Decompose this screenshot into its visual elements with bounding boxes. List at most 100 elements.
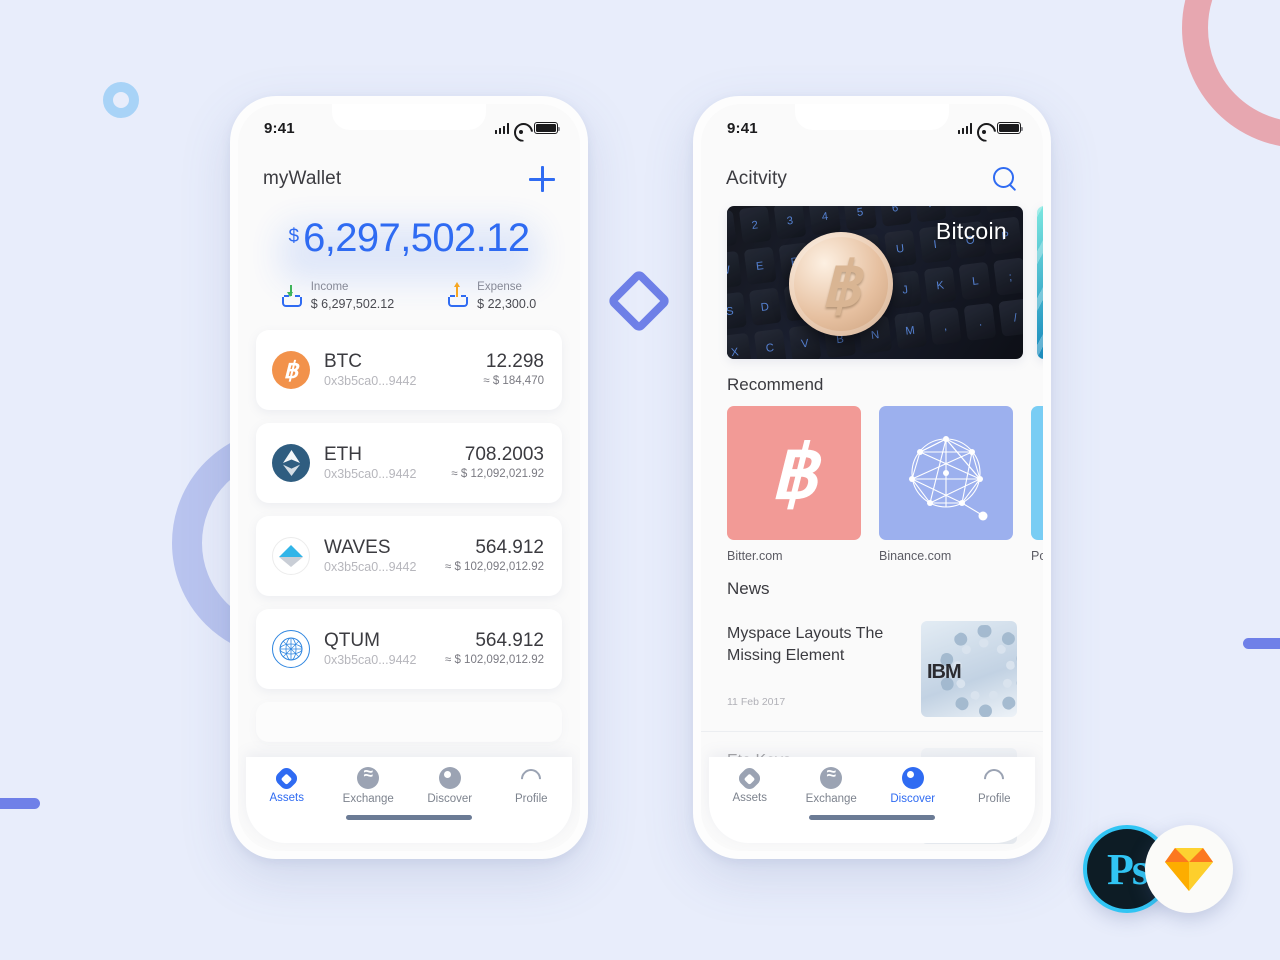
list-item[interactable]: Poloniex.com <box>1031 406 1043 563</box>
coin-amount: 708.2003 <box>464 444 544 466</box>
phone-wallet: 9:41 myWallet $ 6,297,502.12 Income $ 6,… <box>230 96 588 859</box>
news-thumbnail: IBM <box>921 621 1017 717</box>
status-time: 9:41 <box>264 119 295 137</box>
coin-symbol: WAVES <box>324 537 391 559</box>
discover-scroll: ~1234567890 QWERTYUIOP[ ASDFGHJKL;' ZXCV… <box>701 192 1043 851</box>
recommend-label: Poloniex.com <box>1031 549 1043 563</box>
home-indicator[interactable] <box>809 815 935 820</box>
activity-carousel[interactable]: ~1234567890 QWERTYUIOP[ ASDFGHJKL;' ZXCV… <box>701 206 1043 359</box>
list-item[interactable]: ฿ Bitter.com <box>727 406 861 563</box>
search-icon[interactable] <box>992 166 1018 192</box>
plus-icon[interactable] <box>529 166 555 192</box>
tab-label: Assets <box>269 791 304 804</box>
balance-value: 6,297,502.12 <box>303 216 530 260</box>
tab-label: Assets <box>732 791 767 804</box>
summary-row: Income $ 6,297,502.12 Expense $ 22,300.0 <box>238 280 580 312</box>
coin-address: 0x3b5ca0...9442 <box>324 374 417 389</box>
income-value: $ 6,297,502.12 <box>310 296 395 311</box>
phone1-tab-bar: Assets Exchange Discover Profile <box>246 757 572 843</box>
ethereum-icon <box>272 444 310 483</box>
coin-address: 0x3b5ca0...9442 <box>324 653 417 668</box>
coin-amount: 12.298 <box>485 351 544 373</box>
balance-section: $ 6,297,502.12 <box>238 216 580 282</box>
decor-ring-small-icon <box>103 82 139 118</box>
profile-icon <box>980 764 1009 794</box>
list-item[interactable]: Binance.com <box>879 406 1013 563</box>
phone2-screen: 9:41 Acitvity ~1234567890 QWERTYUIOP[ <box>701 104 1043 851</box>
tab-exchange[interactable]: Exchange <box>791 764 873 805</box>
assets-icon <box>736 764 764 792</box>
carousel-slide-label: Bitcoin <box>935 218 1007 244</box>
decor-bar-left-icon <box>0 798 40 809</box>
tab-assets[interactable]: Assets <box>709 764 791 805</box>
phone2-tab-bar: Assets Exchange Discover Profile <box>709 757 1035 843</box>
exchange-icon <box>820 764 843 789</box>
battery-icon <box>997 122 1024 134</box>
news-date: 11 Feb 2017 <box>727 696 786 709</box>
tab-assets[interactable]: Assets <box>246 764 328 805</box>
coin-symbol: ETH <box>324 444 362 466</box>
server-ring-art-inner <box>953 639 1015 701</box>
expense-label: Expense <box>477 281 522 293</box>
tab-label: Profile <box>514 793 548 805</box>
balance-currency: $ <box>288 226 300 247</box>
page-title: myWallet <box>263 168 342 189</box>
table-row[interactable]: ฿ BTC 0x3b5ca0...9442 12.298 ≈ $ 184,470 <box>256 330 562 411</box>
coin-address: 0x3b5ca0...9442 <box>324 467 417 482</box>
sketch-badge <box>1145 825 1233 913</box>
tab-discover[interactable]: Discover <box>409 767 491 805</box>
table-row[interactable]: WAVES 0x3b5ca0...9442 564.912 ≈ $ 102,09… <box>256 516 562 597</box>
status-indicators <box>494 122 561 134</box>
phone1-screen: 9:41 myWallet $ 6,297,502.12 Income $ 6,… <box>238 104 580 851</box>
canvas: 9:41 myWallet $ 6,297,502.12 Income $ 6,… <box>0 0 1280 960</box>
income-icon <box>281 285 302 308</box>
coin-amount: 564.912 <box>475 630 544 652</box>
recommend-label: Binance.com <box>879 549 952 563</box>
expense-icon <box>448 282 469 308</box>
tab-discover[interactable]: Discover <box>872 767 954 805</box>
tab-profile[interactable]: Profile <box>954 764 1036 805</box>
recommend-label: Bitter.com <box>727 549 783 563</box>
income-label: Income <box>310 281 349 293</box>
phone2-header: Acitvity <box>701 144 1043 192</box>
tab-profile[interactable]: Profile <box>491 764 573 805</box>
tab-label: Exchange <box>805 793 857 805</box>
coin-usd-value: ≈ $ 102,092,012.92 <box>444 654 544 667</box>
table-row-partial[interactable] <box>256 702 562 743</box>
news-heading: News <box>727 579 770 598</box>
coin-symbol: QTUM <box>324 630 380 652</box>
status-time: 9:41 <box>727 119 758 137</box>
waves-icon <box>272 537 310 576</box>
decor-diamond-icon <box>606 268 672 334</box>
carousel-slide[interactable]: ~1234567890 QWERTYUIOP[ ASDFGHJKL;' ZXCV… <box>727 206 1023 359</box>
wifi-icon <box>514 123 529 134</box>
home-indicator[interactable] <box>346 815 472 820</box>
profile-icon <box>517 764 546 794</box>
qtum-icon <box>272 630 310 669</box>
bitcoin-icon[interactable]: ฿ <box>727 406 861 540</box>
status-indicators <box>957 122 1024 134</box>
expense-value: $ 22,300.0 <box>477 296 537 311</box>
coin-amount: 564.912 <box>475 537 544 559</box>
news-title: Myspace Layouts The Missing Element <box>727 625 884 664</box>
summary-income: Income $ 6,297,502.12 <box>281 280 395 312</box>
table-row[interactable]: QTUM 0x3b5ca0...9442 564.912 ≈ $ 102,092… <box>256 609 562 690</box>
tab-label: Discover <box>890 793 936 805</box>
summary-expense: Expense $ 22,300.0 <box>448 280 536 312</box>
coin-symbol: BTC <box>324 351 362 373</box>
tab-label: Exchange <box>342 793 394 805</box>
page-title: Acitvity <box>726 168 787 189</box>
poloniex-icon[interactable] <box>1031 406 1043 540</box>
phone-discover: 9:41 Acitvity ~1234567890 QWERTYUIOP[ <box>693 96 1051 859</box>
carousel-slide[interactable] <box>1037 206 1043 359</box>
list-item[interactable]: Myspace Layouts The Missing Element 11 F… <box>701 605 1043 732</box>
network-graph-icon[interactable] <box>879 406 1013 540</box>
tab-label: Profile <box>977 793 1011 805</box>
coin-usd-value: ≈ $ 102,092,012.92 <box>444 561 544 574</box>
battery-icon <box>534 122 561 134</box>
table-row[interactable]: ETH 0x3b5ca0...9442 708.2003 ≈ $ 12,092,… <box>256 423 562 504</box>
tab-exchange[interactable]: Exchange <box>328 764 410 805</box>
tab-label: Discover <box>427 793 473 805</box>
coin-usd-value: ≈ $ 184,470 <box>483 375 544 388</box>
phone2-status-bar: 9:41 <box>701 104 1043 144</box>
